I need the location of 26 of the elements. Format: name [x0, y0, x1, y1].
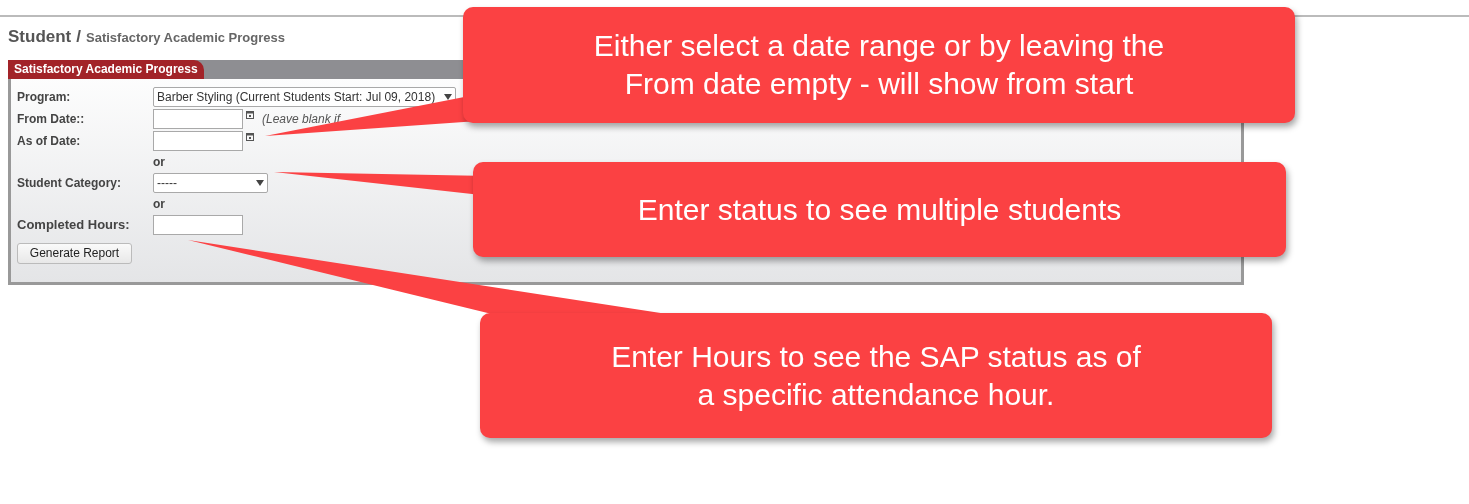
hint-text: (Leave blank if — [262, 110, 341, 128]
field-label: Completed Hours: — [17, 215, 131, 234]
callout-text: Enter Hours to see the SAP status as of — [611, 338, 1141, 375]
breadcrumb-separator: / — [76, 26, 81, 48]
field-label: Program: — [17, 88, 72, 106]
callout-text: From date empty - will show from start — [624, 66, 1134, 102]
field-label: Student Category: — [17, 174, 122, 192]
or-text: or — [153, 153, 165, 171]
caret-icon — [256, 179, 264, 186]
completed-hours-field[interactable] — [153, 214, 243, 235]
calendar-icon[interactable] — [246, 109, 254, 119]
from-date-field[interactable] — [153, 108, 243, 129]
callout-text: Either select a date range or by leaving the — [593, 28, 1165, 64]
or-text: or — [153, 195, 165, 213]
callout-text: Enter status to see multiple students — [637, 191, 1122, 228]
category-dropdown[interactable]: ----- — [153, 172, 268, 193]
generate-report-button[interactable]: Generate Report — [17, 242, 132, 264]
calendar-icon[interactable] — [246, 131, 254, 141]
page-title: Satisfactory Academic Progress — [86, 29, 285, 47]
field-label: From Date:: — [17, 110, 86, 128]
breadcrumb-section[interactable]: Student — [8, 24, 72, 50]
as-of-date-field[interactable] — [153, 130, 243, 151]
field-label: As of Date: — [17, 132, 82, 150]
callout-text: a specific attendance hour. — [697, 376, 1055, 413]
caret-icon — [444, 93, 452, 100]
program-dropdown[interactable]: Barber Styling (Current Students Start: Jul 09, 2018) — [153, 86, 456, 107]
